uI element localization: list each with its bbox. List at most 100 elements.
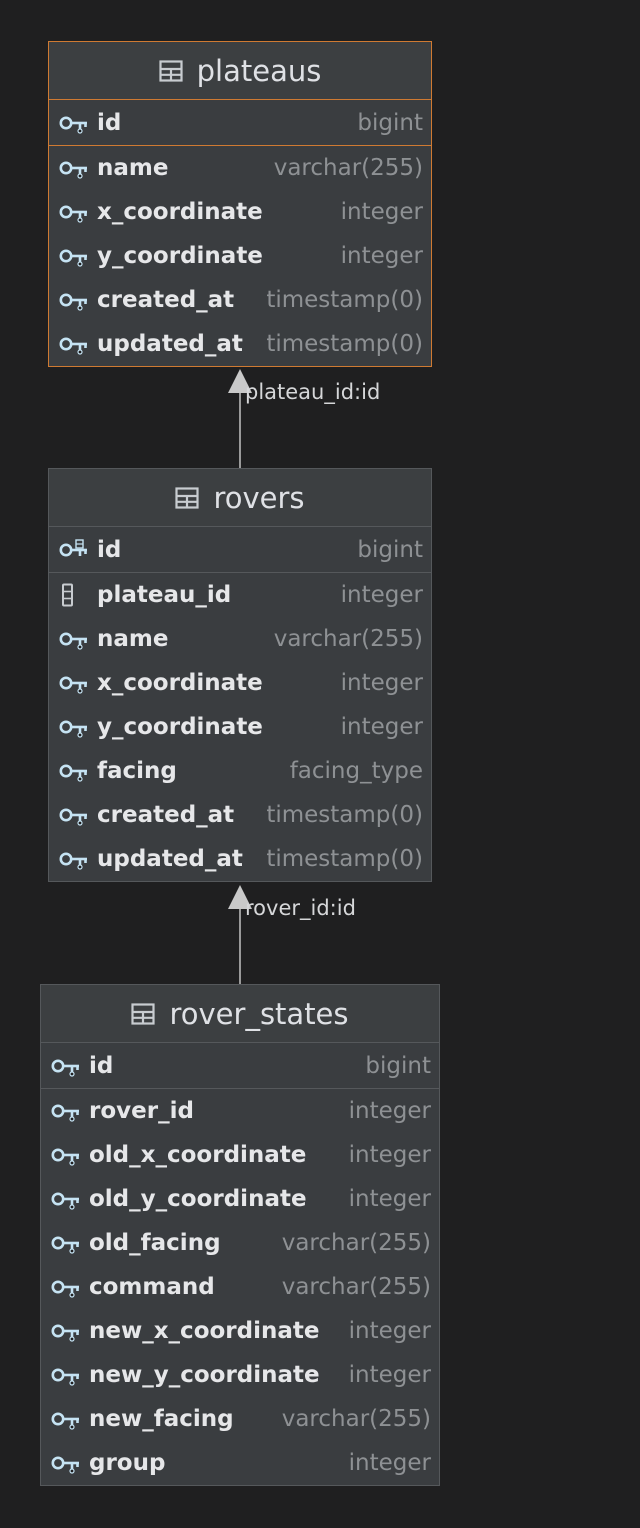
table-rovers[interactable]: rovers id bigint plateau_id integer name varc…	[48, 468, 432, 882]
column-type: facing_type	[289, 758, 423, 784]
column-name: facing	[97, 758, 177, 784]
column-list: id bigint plateau_id integer name varchar(255…	[49, 527, 431, 881]
column-name: new_y_coordinate	[89, 1362, 320, 1388]
column-name: x_coordinate	[97, 670, 263, 696]
column-name: rover_id	[89, 1098, 194, 1124]
column-row[interactable]: plateau_id integer	[49, 573, 431, 617]
table-header[interactable]: rover_states	[41, 985, 439, 1043]
key-icon	[51, 1363, 81, 1387]
relation-line[interactable]	[239, 908, 241, 985]
column-row[interactable]: id bigint	[49, 527, 431, 573]
key-icon	[59, 156, 89, 180]
column-icon	[59, 583, 89, 607]
column-type: timestamp(0)	[266, 846, 423, 872]
column-row[interactable]: facing facing_type	[49, 749, 431, 793]
column-type: varchar(255)	[281, 1406, 431, 1432]
table-title: rovers	[213, 480, 305, 515]
table-icon	[159, 59, 183, 82]
key-icon	[51, 1275, 81, 1299]
key-icon	[51, 1187, 81, 1211]
column-type: timestamp(0)	[266, 802, 423, 828]
key-icon	[59, 288, 89, 312]
column-row[interactable]: updated_at timestamp(0)	[49, 322, 431, 366]
column-row[interactable]: created_at timestamp(0)	[49, 278, 431, 322]
key-icon	[51, 1143, 81, 1167]
table-header[interactable]: rovers	[49, 469, 431, 527]
column-row[interactable]: id bigint	[41, 1043, 439, 1089]
table-title: rover_states	[169, 996, 349, 1031]
column-name: updated_at	[97, 846, 243, 872]
column-type: integer	[340, 243, 423, 269]
column-list: id bigint rover_id integer old_x_coordinate i…	[41, 1043, 439, 1485]
key-icon	[51, 1319, 81, 1343]
column-type: varchar(255)	[281, 1230, 431, 1256]
table-rover-states[interactable]: rover_states id bigint rover_id integer old_…	[40, 984, 440, 1486]
column-name: old_x_coordinate	[89, 1142, 307, 1168]
column-type: integer	[348, 1142, 431, 1168]
column-row[interactable]: rover_id integer	[41, 1089, 439, 1133]
column-row[interactable]: x_coordinate integer	[49, 190, 431, 234]
relation-label: rover_id:id	[245, 896, 356, 920]
column-row[interactable]: new_x_coordinate integer	[41, 1309, 439, 1353]
key-icon	[59, 715, 89, 739]
column-row[interactable]: new_facing varchar(255)	[41, 1397, 439, 1441]
column-type: integer	[340, 582, 423, 608]
key-icon	[59, 759, 89, 783]
column-row[interactable]: x_coordinate integer	[49, 661, 431, 705]
key-icon	[59, 847, 89, 871]
column-row[interactable]: new_y_coordinate integer	[41, 1353, 439, 1397]
column-type: integer	[348, 1362, 431, 1388]
column-type: timestamp(0)	[266, 331, 423, 357]
column-row[interactable]: name varchar(255)	[49, 146, 431, 190]
key-icon	[59, 671, 89, 695]
table-icon	[175, 486, 200, 509]
column-name: new_facing	[89, 1406, 234, 1432]
key-icon	[59, 111, 89, 135]
column-type: bigint	[365, 1052, 431, 1079]
column-name: id	[89, 1052, 114, 1079]
column-row[interactable]: y_coordinate integer	[49, 234, 431, 278]
table-plateaus[interactable]: plateaus id bigint name varchar(255) x_coord…	[48, 41, 432, 367]
column-type: varchar(255)	[273, 155, 423, 181]
column-type: integer	[348, 1098, 431, 1124]
column-type: bigint	[357, 536, 423, 563]
column-name: plateau_id	[97, 582, 232, 608]
relation-line[interactable]	[239, 392, 241, 468]
column-row[interactable]: id bigint	[49, 100, 431, 146]
column-row[interactable]: old_y_coordinate integer	[41, 1177, 439, 1221]
column-name: y_coordinate	[97, 243, 263, 269]
column-type: integer	[348, 1318, 431, 1344]
table-header[interactable]: plateaus	[49, 42, 431, 100]
key-icon	[59, 332, 89, 356]
column-row[interactable]: group integer	[41, 1441, 439, 1485]
column-name: group	[89, 1450, 166, 1476]
relation-label: plateau_id:id	[245, 380, 381, 404]
table-icon	[131, 1002, 156, 1025]
column-row[interactable]: command varchar(255)	[41, 1265, 439, 1309]
column-name: created_at	[97, 287, 235, 313]
column-name: old_facing	[89, 1230, 221, 1256]
column-row[interactable]: name varchar(255)	[49, 617, 431, 661]
column-row[interactable]: old_facing varchar(255)	[41, 1221, 439, 1265]
key-icon	[51, 1407, 81, 1431]
column-name: name	[97, 626, 169, 652]
column-name: command	[89, 1274, 215, 1300]
column-name: old_y_coordinate	[89, 1186, 307, 1212]
column-name: name	[97, 155, 169, 181]
column-name: created_at	[97, 802, 235, 828]
column-type: integer	[348, 1186, 431, 1212]
key-icon	[51, 1231, 81, 1255]
column-type: integer	[348, 1450, 431, 1476]
column-row[interactable]: created_at timestamp(0)	[49, 793, 431, 837]
column-row[interactable]: y_coordinate integer	[49, 705, 431, 749]
column-type: integer	[340, 670, 423, 696]
column-type: integer	[340, 199, 423, 225]
column-name: id	[97, 109, 122, 136]
key-index-icon	[59, 538, 89, 562]
column-row[interactable]: old_x_coordinate integer	[41, 1133, 439, 1177]
column-type: timestamp(0)	[266, 287, 423, 313]
column-name: new_x_coordinate	[89, 1318, 320, 1344]
column-row[interactable]: updated_at timestamp(0)	[49, 837, 431, 881]
column-name: updated_at	[97, 331, 243, 357]
column-name: id	[97, 536, 122, 563]
